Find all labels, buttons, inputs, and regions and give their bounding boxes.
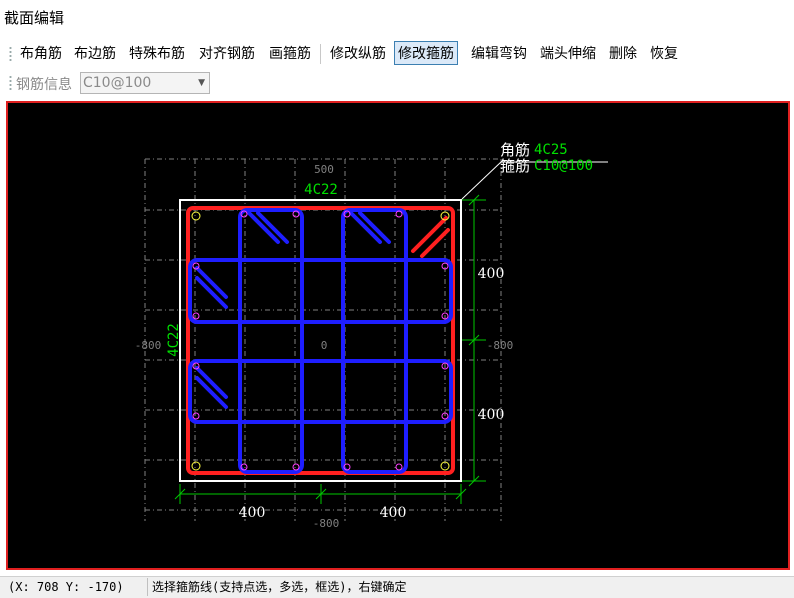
center-dimension: 0: [321, 339, 328, 352]
corner-rebar-point[interactable]: [191, 211, 201, 221]
left-dimension: -800: [135, 339, 162, 352]
stirrup-value: C10@100: [534, 158, 593, 174]
special-rebar-button[interactable]: 特殊布筋: [125, 41, 189, 65]
align-rebar-button[interactable]: 对齐钢筋: [195, 41, 259, 65]
toolbar-separator: [320, 44, 321, 64]
top-rebar-label: 4C22: [304, 182, 338, 198]
draw-stirrup-button[interactable]: 画箍筋: [265, 41, 315, 65]
toolbar-grip-icon[interactable]: [9, 46, 12, 63]
edge-rebar-point[interactable]: [192, 412, 200, 420]
delete-button[interactable]: 删除: [605, 41, 641, 65]
place-corner-rebar-button[interactable]: 布角筋: [16, 41, 66, 65]
stirrup-upper-horizontal[interactable]: [188, 258, 453, 324]
modify-longitudinal-button[interactable]: 修改纵筋: [326, 41, 390, 65]
leader-line: [461, 161, 502, 200]
right-upper-dimension: 400: [478, 266, 505, 282]
rebar-info-label: 钢筋信息: [16, 77, 72, 93]
right-lower-dimension: 400: [478, 407, 505, 423]
corner-rebar-point[interactable]: [191, 461, 201, 471]
bottom-right-dimension: 400: [380, 505, 407, 521]
left-rebar-label: 4C22: [166, 323, 182, 357]
chevron-down-icon: ▼: [198, 78, 205, 88]
right-dimension: -800: [487, 339, 514, 352]
toolbar-grip-icon[interactable]: [9, 75, 12, 92]
restore-button[interactable]: 恢复: [646, 41, 682, 65]
drawing-canvas[interactable]: 500 4C22 4C22 -800 -800 0 400 400 400 40…: [6, 101, 790, 570]
edge-rebar-point[interactable]: [292, 463, 300, 471]
rebar-info-select[interactable]: C10@100 ▼: [80, 72, 210, 94]
stirrup-hook[interactable]: [420, 228, 450, 258]
section-drawing[interactable]: 500 4C22 4C22 -800 -800 0 400 400 400 40…: [8, 103, 788, 568]
window-title: 截面编辑: [4, 9, 65, 27]
edit-hook-button[interactable]: 编辑弯钩: [467, 41, 531, 65]
corner-rebar-value: 4C25: [534, 142, 568, 158]
bottom-width-dimension: -800: [313, 517, 340, 530]
modify-stirrup-button[interactable]: 修改箍筋: [394, 41, 458, 65]
rebar-info-value: C10@100: [83, 75, 152, 91]
main-toolbar: 布角筋 布边筋 特殊布筋 对齐钢筋 画箍筋 修改纵筋 修改箍筋 编辑弯钩 端头伸…: [0, 38, 794, 70]
bottom-left-dimension: 400: [239, 505, 266, 521]
stirrup-left-vertical[interactable]: [238, 208, 304, 474]
place-edge-rebar-button[interactable]: 布边筋: [70, 41, 120, 65]
edge-rebar-point[interactable]: [192, 312, 200, 320]
title-bar: 截面编辑: [0, 0, 794, 34]
stirrup-title: 箍筋: [500, 157, 530, 175]
cursor-coordinates: (X: 708 Y: -170): [2, 578, 148, 596]
stirrup-lower-horizontal[interactable]: [188, 359, 453, 424]
top-width-dimension: 500: [314, 163, 334, 176]
status-message: 选择箍筋线(支持点选，多选，框选)，右键确定: [152, 580, 407, 594]
edge-rebar-point[interactable]: [395, 463, 403, 471]
status-bar: (X: 708 Y: -170) 选择箍筋线(支持点选，多选，框选)，右键确定: [0, 576, 794, 598]
stirrup-right-vertical[interactable]: [341, 208, 408, 474]
info-toolbar: 钢筋信息 C10@100 ▼: [0, 70, 794, 100]
end-extend-button[interactable]: 端头伸缩: [536, 41, 600, 65]
